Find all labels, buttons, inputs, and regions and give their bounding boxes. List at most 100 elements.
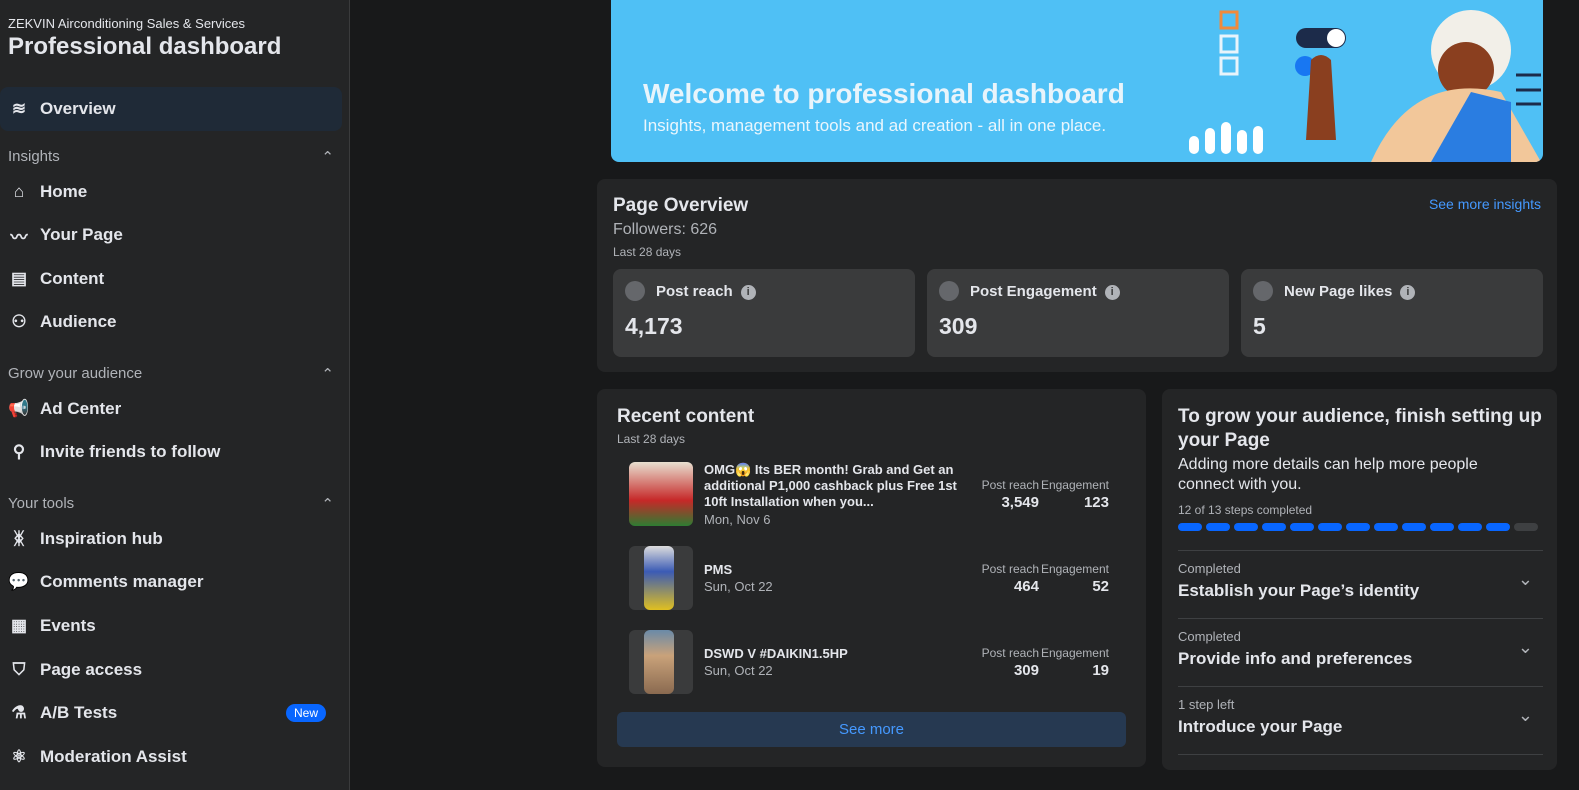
- metric-label: New Page likes: [1284, 283, 1393, 300]
- chevron-up-icon: ⌃: [321, 496, 334, 513]
- metric-new-page-likes[interactable]: New Page likes i 5: [1241, 269, 1543, 357]
- post-reach: Post reach 3,549: [981, 478, 1039, 511]
- post-reach: Post reach 464: [981, 562, 1039, 595]
- progress-segment: [1374, 523, 1398, 531]
- trend-icon: 〰: [10, 227, 28, 247]
- see-more-insights-link[interactable]: See more insights: [1429, 196, 1541, 212]
- progress-text: 12 of 13 steps completed: [1178, 503, 1313, 517]
- label: Home: [40, 182, 88, 201]
- sidebar-item-inspiration[interactable]: ᛤ Inspiration hub: [0, 517, 342, 561]
- recent-content-card: Recent content Last 28 days OMG😱 Its BER…: [597, 389, 1146, 767]
- post-thumbnail: [629, 546, 693, 610]
- step-establish-identity[interactable]: Completed Establish your Page’s identity ⌄: [1178, 551, 1543, 619]
- chevron-down-icon: ⌄: [1517, 705, 1533, 725]
- post-title: PMS: [704, 562, 733, 577]
- step-label: Establish your Page’s identity: [1178, 581, 1420, 600]
- banner-illustration: [1189, 10, 1541, 162]
- overview-period: Last 28 days: [613, 245, 682, 259]
- sidebar-item-invite[interactable]: ⚲ Invite friends to follow: [0, 430, 342, 474]
- post-row[interactable]: DSWD V #DAIKIN1.5HP Sun, Oct 22 Post rea…: [629, 630, 1129, 694]
- info-icon[interactable]: i: [1400, 285, 1416, 300]
- metric-post-reach[interactable]: Post reach i 4,173: [613, 269, 915, 357]
- content-icon: ▤: [10, 269, 28, 288]
- setup-card: To grow your audience, finish setting up…: [1162, 389, 1557, 770]
- people-icon: [939, 281, 959, 301]
- step-status: 1 step left: [1178, 697, 1235, 712]
- post-engagement: Engagement 19: [1040, 646, 1109, 679]
- sidebar-item-page-access[interactable]: ⛉ Page access: [0, 648, 342, 692]
- banner-title: Welcome to professional dashboard: [643, 78, 1125, 109]
- metric-value: 309: [939, 313, 978, 339]
- banner-subtitle: Insights, management tools and ad creati…: [643, 116, 1107, 135]
- sidebar-item-events[interactable]: ▦ Events: [0, 604, 342, 648]
- progress-segment: [1430, 523, 1454, 531]
- progress-segment: [1346, 523, 1370, 531]
- sidebar-item-overview[interactable]: ≋ Overview: [0, 87, 342, 131]
- setup-description: Adding more details can help more people…: [1178, 456, 1478, 493]
- sidebar-item-content[interactable]: ▤ Content: [0, 257, 342, 301]
- recent-period: Last 28 days: [617, 432, 686, 446]
- metric-label: Post reach: [656, 283, 733, 300]
- calendar-icon: ▦: [10, 616, 28, 635]
- setup-title: To grow your audience, finish setting up…: [1178, 406, 1542, 451]
- label: Comments manager: [40, 572, 204, 591]
- post-title: DSWD V #DAIKIN1.5HP: [704, 646, 848, 661]
- shield-icon: ⛉: [12, 660, 26, 679]
- sidebar-item-home[interactable]: ⌂ Home: [0, 170, 342, 214]
- sidebar-item-moderation[interactable]: ⚛ Moderation Assist: [0, 735, 342, 779]
- dashboard-title: Professional dashboard: [8, 33, 282, 60]
- label: Audience: [40, 312, 117, 331]
- step-status: Completed: [1178, 629, 1241, 644]
- see-more-button[interactable]: See more: [617, 712, 1126, 747]
- progress-segment: [1206, 523, 1230, 531]
- section-insights[interactable]: Insights ⌃: [8, 148, 334, 166]
- new-badge: New: [285, 704, 326, 722]
- thumbs-up-icon: [1253, 281, 1273, 301]
- followers-count: Followers: 626: [613, 221, 718, 238]
- metric-post-engagement[interactable]: Post Engagement i 309: [927, 269, 1229, 357]
- section-label: Grow your audience: [8, 365, 143, 382]
- section-tools[interactable]: Your tools ⌃: [8, 495, 334, 513]
- sidebar-item-ad-center[interactable]: 📢 Ad Center: [0, 387, 342, 431]
- label: Page access: [40, 660, 143, 679]
- progress-segment: [1514, 523, 1538, 531]
- post-thumbnail: [629, 462, 693, 526]
- info-icon[interactable]: i: [1104, 285, 1120, 300]
- label: A/B Tests: [40, 703, 118, 722]
- info-icon[interactable]: i: [740, 285, 756, 300]
- atom-icon: ⚛: [11, 747, 27, 766]
- label: Invite friends to follow: [40, 442, 221, 461]
- post-engagement: Engagement 123: [1040, 478, 1109, 511]
- post-row[interactable]: PMS Sun, Oct 22 Post reach 464 Engagement…: [629, 546, 1129, 610]
- people-icon: ⚇: [11, 312, 27, 331]
- step-status: Completed: [1178, 561, 1241, 576]
- megaphone-icon: 📢: [8, 399, 30, 418]
- home-icon: ⌂: [13, 182, 25, 201]
- progress-segment: [1486, 523, 1510, 531]
- post-row[interactable]: OMG😱 Its BER month! Grab and Get an addi…: [629, 462, 1129, 527]
- sidebar-item-your-page[interactable]: 〰 Your Page: [0, 213, 342, 257]
- overview-title: Page Overview: [613, 195, 749, 216]
- step-introduce-page[interactable]: 1 step left Introduce your Page ⌄: [1178, 687, 1543, 755]
- sidebar-item-audience[interactable]: ⚇ Audience: [0, 300, 342, 344]
- layers-icon: ≋: [11, 99, 27, 118]
- label: Your Page: [40, 225, 123, 244]
- post-date: Sun, Oct 22: [704, 663, 773, 678]
- progress-segment: [1234, 523, 1258, 531]
- section-grow[interactable]: Grow your audience ⌃: [8, 365, 334, 383]
- post-engagement: Engagement 52: [1040, 562, 1109, 595]
- welcome-banner: Welcome to professional dashboard Insigh…: [611, 0, 1543, 162]
- sidebar-item-comments[interactable]: 💬 Comments manager: [0, 560, 342, 604]
- chevron-down-icon: ⌄: [1517, 637, 1533, 657]
- progress-segment: [1458, 523, 1482, 531]
- step-provide-info[interactable]: Completed Provide info and preferences ⌄: [1178, 619, 1543, 687]
- post-reach: Post reach 309: [981, 646, 1039, 679]
- label: Content: [40, 269, 105, 288]
- post-date: Mon, Nov 6: [704, 512, 771, 527]
- comment-icon: 💬: [8, 572, 30, 591]
- page-name: ZEKVIN Airconditioning Sales & Services: [8, 16, 245, 31]
- sidebar-item-ab-tests[interactable]: ⚗ A/B Tests New: [0, 691, 342, 735]
- label: Ad Center: [40, 399, 122, 418]
- butterfly-icon: ᛤ: [13, 529, 25, 548]
- recent-title: Recent content: [617, 406, 755, 427]
